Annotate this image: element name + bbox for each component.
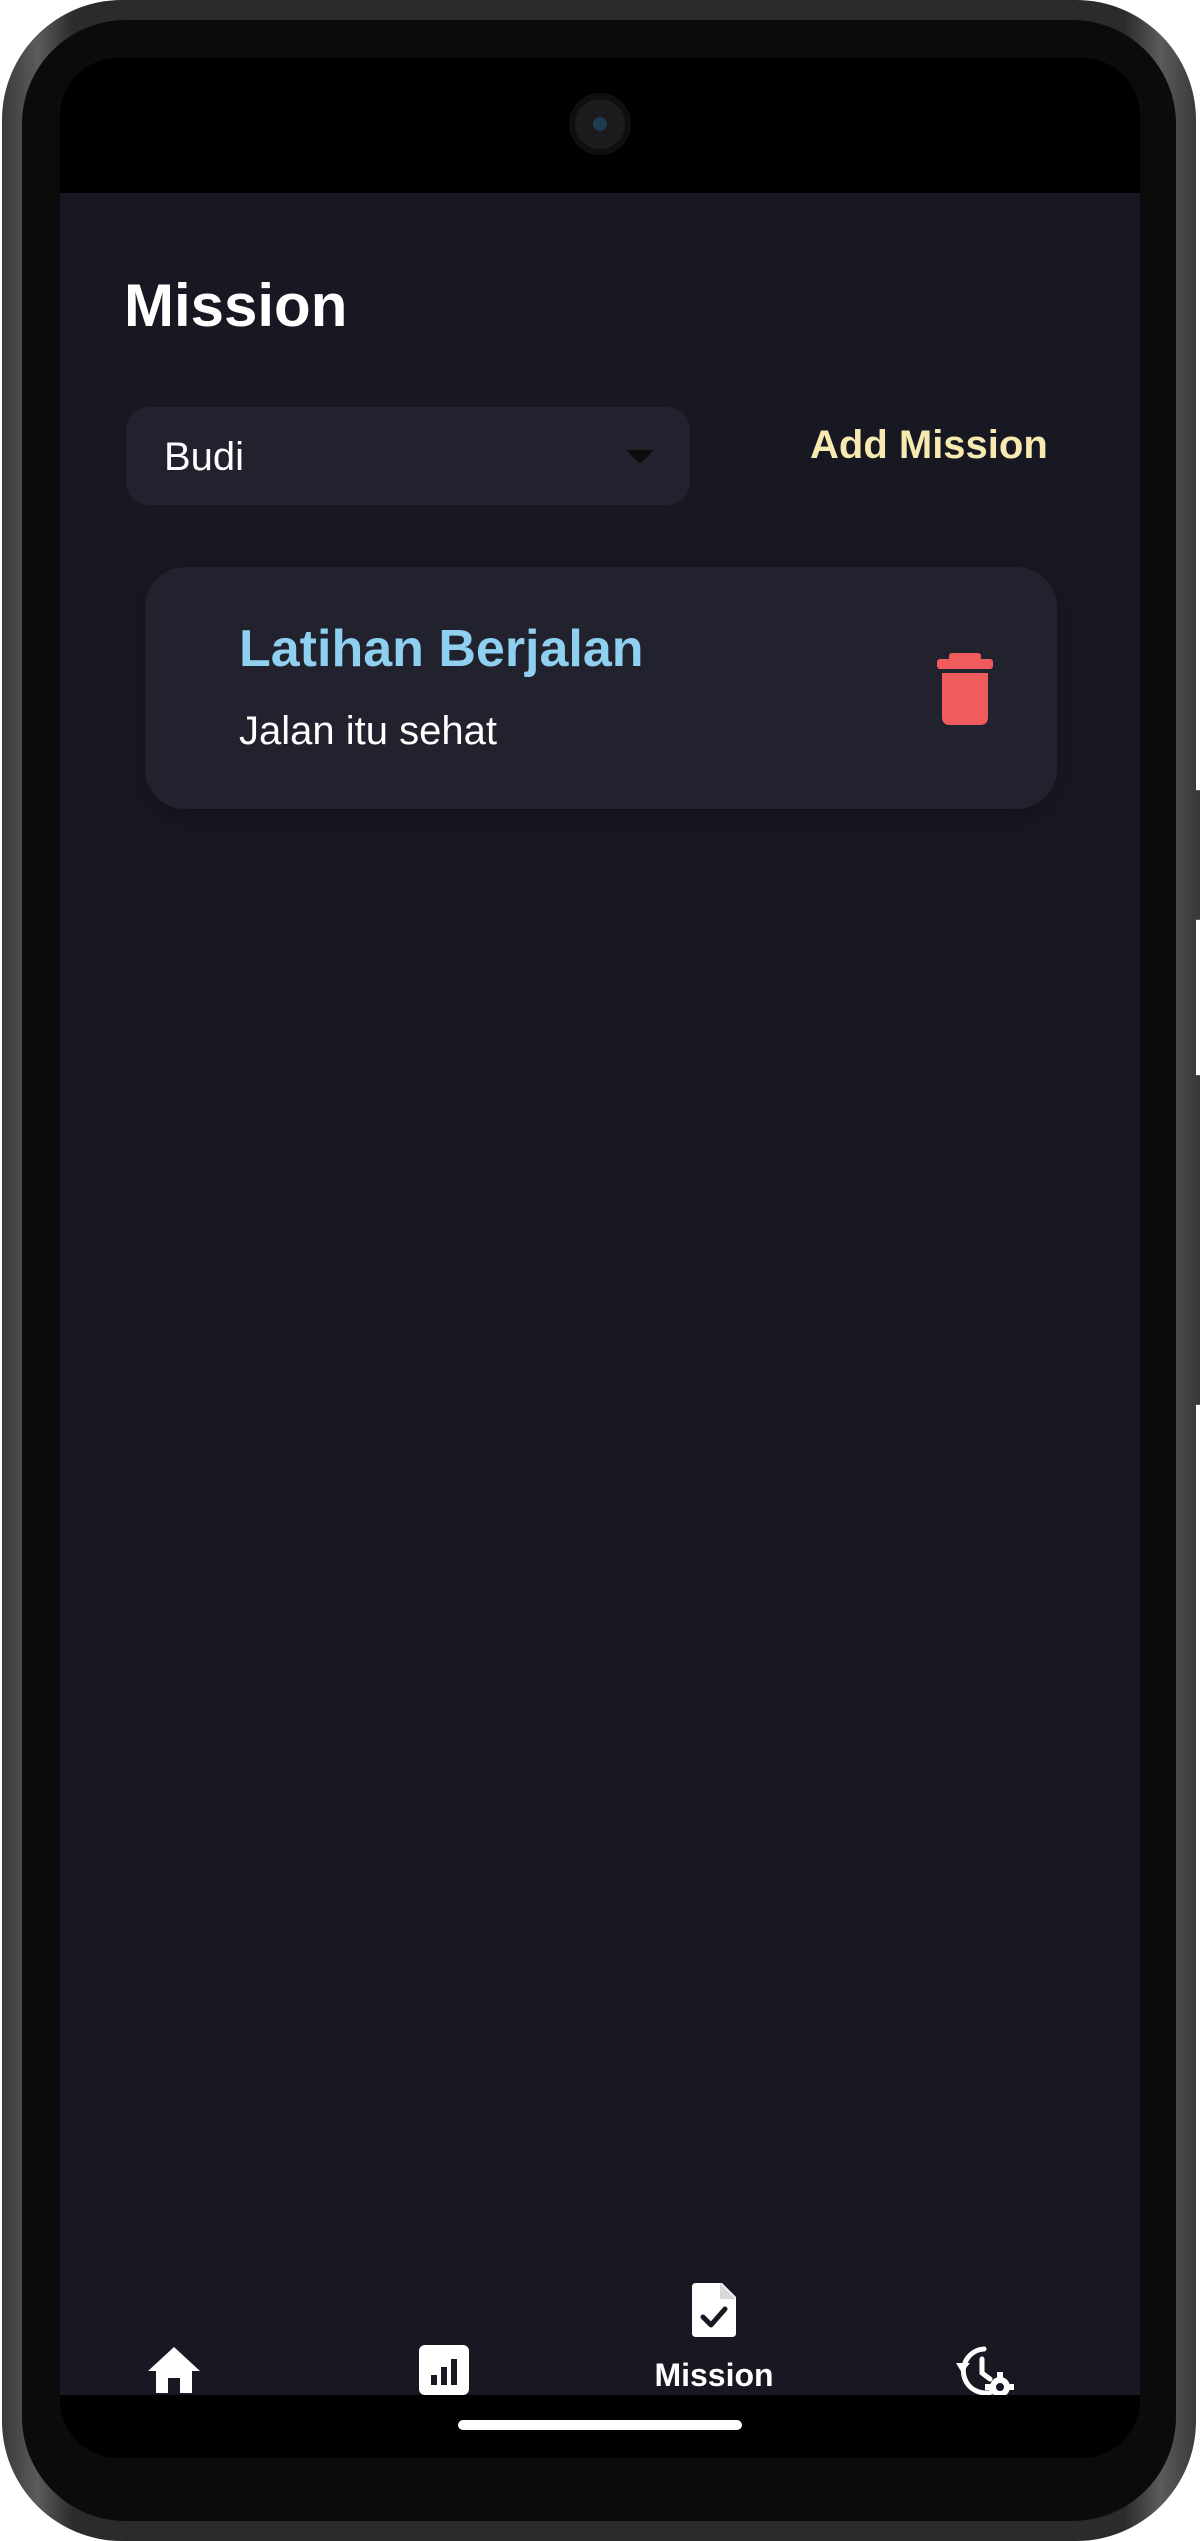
page-title: Mission (124, 272, 348, 339)
user-dropdown[interactable]: Budi (126, 407, 690, 505)
gesture-bar-area (60, 2395, 1140, 2458)
mission-description: Jalan itu sehat (239, 709, 497, 753)
mission-screen: Mission Budi Add Mission Latihan Berjala… (60, 193, 1140, 2458)
volume-button (1194, 1075, 1200, 1405)
mission-title: Latihan Berjalan (239, 620, 644, 678)
dropdown-arrow-icon (626, 450, 654, 464)
trash-icon (937, 653, 993, 725)
mission-card[interactable]: Latihan Berjalan Jalan itu sehat (145, 567, 1057, 809)
phone-frame: Mission Budi Add Mission Latihan Berjala… (2, 0, 1200, 2541)
delete-mission-button[interactable] (935, 653, 995, 725)
user-dropdown-value: Budi (164, 435, 245, 479)
screen: Mission Budi Add Mission Latihan Berjala… (60, 58, 1140, 2458)
nav-label-mission: Mission (654, 2357, 774, 2393)
status-bar (60, 58, 1140, 193)
chart-icon (419, 2345, 469, 2395)
front-camera (569, 93, 631, 155)
home-indicator[interactable] (458, 2420, 742, 2430)
home-icon (148, 2347, 200, 2393)
mission-check-icon (692, 2283, 736, 2337)
add-mission-button[interactable]: Add Mission (810, 423, 1048, 468)
history-settings-icon (956, 2346, 1014, 2401)
power-button (1194, 790, 1200, 920)
